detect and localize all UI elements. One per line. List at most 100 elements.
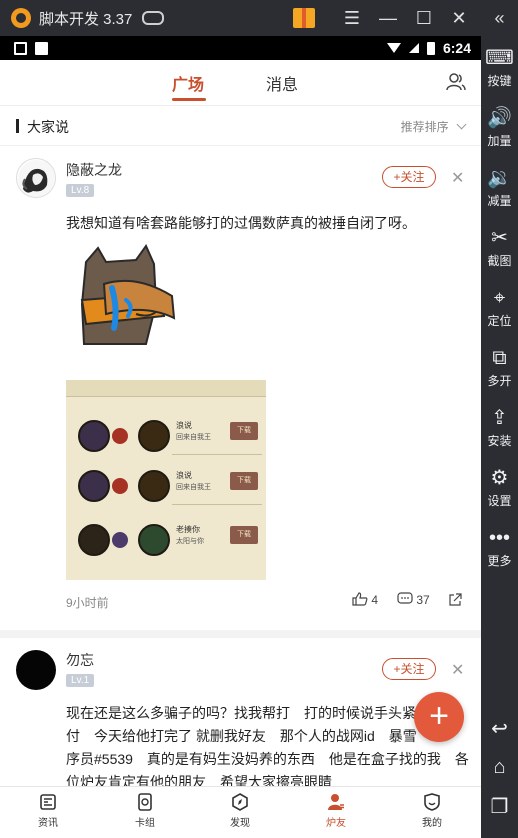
location-pin-icon: ⌖ xyxy=(493,287,506,309)
maximize-button[interactable]: ☐ xyxy=(414,8,434,28)
close-icon[interactable]: ✕ xyxy=(451,660,464,680)
emulator-title: 脚本开发 3.37 xyxy=(39,10,133,28)
bottom-nav-decks[interactable]: 卡组 xyxy=(115,793,175,829)
deck-name: 浪说 xyxy=(176,421,192,430)
thumbs-up-icon xyxy=(352,592,368,606)
sidebar-item-label: 多开 xyxy=(487,374,512,388)
sticker-image[interactable] xyxy=(76,244,186,354)
sidebar-item-label: 减量 xyxy=(487,194,512,208)
home-nav-icon[interactable]: ⌂ xyxy=(481,756,518,779)
deck-sub: 回来自我王 xyxy=(176,434,211,441)
like-button[interactable]: 4 xyxy=(352,592,378,607)
volume-up-icon: 🔊 xyxy=(487,107,512,129)
sidebar-item-location[interactable]: ⌖ 定位 xyxy=(481,286,518,329)
sidebar-item-settings[interactable]: ⚙ 设置 xyxy=(481,466,518,509)
list-item: 老揍你 太阳与你 下载 xyxy=(66,520,266,570)
sidebar-item-volume-down[interactable]: 🔉 减量 xyxy=(481,166,518,209)
level-badge: Lv.8 xyxy=(66,184,95,197)
level-badge: Lv.1 xyxy=(66,674,95,687)
deck-name: 老揍你 xyxy=(176,525,200,534)
avatar[interactable] xyxy=(16,650,56,690)
apk-install-icon: ⇪ xyxy=(491,407,508,429)
profile-icon xyxy=(424,793,440,811)
sidebar-item-install[interactable]: ⇪ 安装 xyxy=(481,406,518,449)
section-marker xyxy=(16,119,19,133)
volume-down-icon: 🔉 xyxy=(487,167,512,189)
section-title: 大家说 xyxy=(27,119,69,135)
status-time: 6:24 xyxy=(442,40,471,56)
tab-square[interactable]: 广场 xyxy=(172,71,204,95)
sort-label: 推荐排序 xyxy=(400,120,449,134)
download-button: 下载 xyxy=(230,526,258,544)
app-logo-icon xyxy=(11,8,31,28)
username[interactable]: 勿忘 xyxy=(66,650,94,670)
create-post-button[interactable]: + xyxy=(414,692,464,742)
share-icon[interactable] xyxy=(448,593,462,607)
tab-messages[interactable]: 消息 xyxy=(266,71,298,95)
comment-button[interactable]: 37 xyxy=(397,592,430,607)
sidebar-item-label: 安装 xyxy=(487,434,512,448)
follow-button[interactable]: +关注 xyxy=(382,166,436,188)
sidebar-item-keys[interactable]: ⌨ 按键 xyxy=(481,46,518,89)
deck-sub: 太阳与你 xyxy=(176,538,204,545)
follow-button[interactable]: +关注 xyxy=(382,658,436,680)
sidebar-item-label: 更多 xyxy=(487,554,512,568)
close-icon[interactable]: ✕ xyxy=(451,168,464,188)
notification-icon xyxy=(35,41,48,55)
sort-dropdown[interactable]: 推荐排序 xyxy=(400,118,467,135)
post-card: 勿忘 Lv.1 +关注 ✕ 现在还是这么多骗子的吗？找我帮打 打的时候说手头紧 … xyxy=(0,638,481,790)
sidebar-item-volume-up[interactable]: 🔊 加量 xyxy=(481,106,518,149)
chevron-down-icon xyxy=(456,119,467,130)
emulator-sidebar: ⌨ 按键 🔊 加量 🔉 减量 ✂ 截图 ⌖ 定位 ⧉ 多开 ⇪ 安装 ⚙ 设置 … xyxy=(481,36,518,838)
post-text-line: 序员#5539 真的是有妈生没妈养的东西 他是在盒子找的我 各 xyxy=(66,751,469,767)
sidebar-item-label: 设置 xyxy=(487,494,512,508)
sidebar-item-screenshot[interactable]: ✂ 截图 xyxy=(481,226,518,269)
battery-icon xyxy=(426,41,435,55)
back-nav-icon[interactable]: ↩ xyxy=(481,716,518,741)
post-text-line: 付 今天给他打完了 就删我好友 那个人的战网id 暴雪 xyxy=(66,728,417,744)
bottom-nav-label: 我的 xyxy=(422,818,442,829)
gamepad-icon[interactable] xyxy=(142,11,165,25)
post-text: 现在还是这么多骗子的吗？找我帮打 打的时候说手头紧 付 今天给他打完了 就删我好… xyxy=(66,702,470,794)
wifi-icon xyxy=(386,43,401,53)
android-screen: 6:24 广场 消息 大家说 推荐排序 隐蔽之龙 Lv.8 +关注 ✕ 我想知道… xyxy=(0,36,481,838)
post-time: 9小时前 xyxy=(66,596,109,610)
bottom-nav-friends[interactable]: 炉友 xyxy=(306,793,366,829)
gear-icon: ⚙ xyxy=(490,467,509,489)
menu-icon[interactable]: ☰ xyxy=(342,8,362,28)
bottom-nav-news[interactable]: 资讯 xyxy=(18,793,78,829)
bottom-nav-label: 资讯 xyxy=(38,818,58,829)
gift-icon[interactable] xyxy=(293,8,315,28)
friends-icon[interactable] xyxy=(446,72,466,92)
keyboard-icon: ⌨ xyxy=(485,47,514,69)
emulator-title-bar: 脚本开发 3.37 ☰ — ☐ ✕ xyxy=(0,0,518,36)
multi-instance-icon: ⧉ xyxy=(492,347,507,369)
sidebar-item-multi[interactable]: ⧉ 多开 xyxy=(481,346,518,389)
username[interactable]: 隐蔽之龙 xyxy=(66,160,122,180)
download-button: 下载 xyxy=(230,472,258,490)
active-tab-indicator xyxy=(172,98,206,101)
friends-icon xyxy=(328,794,344,810)
notification-icon xyxy=(14,41,27,55)
collapse-sidebar-button[interactable]: « xyxy=(481,0,518,36)
post-divider xyxy=(0,630,481,638)
avatar[interactable] xyxy=(16,158,56,198)
post-screenshot[interactable]: 浪说 回来自我王 下载 浪说 回来自我王 下载 老揍你 太阳与你 下载 xyxy=(66,380,266,580)
deck-icon xyxy=(138,793,152,811)
bottom-nav-discover[interactable]: 发现 xyxy=(210,793,270,829)
post-card: 隐蔽之龙 Lv.8 +关注 ✕ 我想知道有啥套路能够打的过偶数萨真的被捶自闭了呀… xyxy=(0,148,481,630)
post-text: 我想知道有啥套路能够打的过偶数萨真的被捶自闭了呀。 xyxy=(66,215,416,231)
post-text-line: 现在还是这么多骗子的吗？找我帮打 打的时候说手头紧 xyxy=(66,705,416,721)
bottom-nav-label: 卡组 xyxy=(135,818,155,829)
bottom-nav-profile[interactable]: 我的 xyxy=(402,793,462,829)
sidebar-item-label: 加量 xyxy=(487,134,512,148)
close-window-button[interactable]: ✕ xyxy=(449,8,469,28)
recents-nav-icon[interactable]: ❐ xyxy=(481,794,518,819)
news-icon xyxy=(40,794,56,810)
list-item: 浪说 回来自我王 下载 xyxy=(66,466,266,516)
more-dots-icon: ••• xyxy=(488,527,510,549)
sidebar-item-more[interactable]: ••• 更多 xyxy=(481,526,518,569)
android-status-bar: 6:24 xyxy=(0,36,481,60)
minimize-button[interactable]: — xyxy=(378,8,398,28)
bottom-nav-label: 炉友 xyxy=(326,818,346,829)
